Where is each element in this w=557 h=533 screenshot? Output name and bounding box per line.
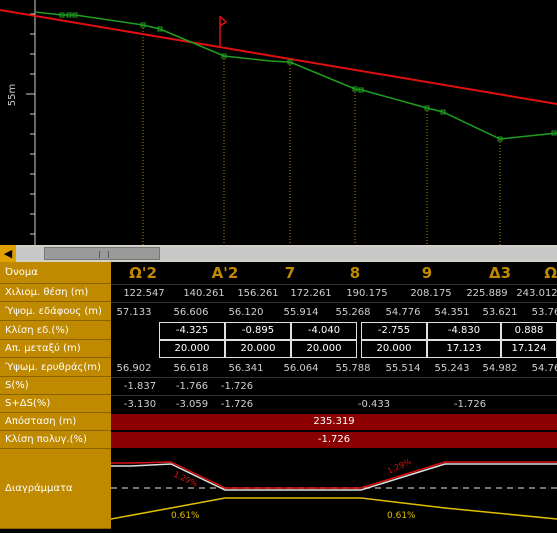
s-cell: -1.837 [123,381,157,392]
chainage-cell: 225.889 [466,288,508,299]
ground-line [34,11,557,140]
red-cell: 55.514 [385,363,421,374]
chainage-cell: 172.261 [290,288,332,299]
sds-cell: -1.726 [220,399,254,410]
row-label-diagrams: Διαγράμματα [0,449,111,529]
chainage-cell: 243.012 [516,288,557,299]
ground-cell: 57.133 [116,307,152,318]
dist-cell: 17.123 [427,340,501,358]
dist-cell: 20.000 [225,340,291,358]
sds-cell: -3.059 [175,399,209,410]
scroll-track[interactable] [16,247,557,260]
station-header: Ω' [544,264,557,282]
row-label-s: S(%) [0,377,111,395]
dist-cell: 20.000 [291,340,357,358]
row-separator [111,302,557,303]
dist-cell: 20.000 [159,340,225,358]
profile-svg: 55m [0,0,557,262]
row-separator [111,284,557,285]
s-cell: -1.726 [220,381,254,392]
row-label-ground: Ύψομ. εδάφους (m) [0,302,111,321]
ground-cell: 54.776 [385,307,421,318]
arrow-left-icon: ◀ [3,247,13,260]
ground-cell: 56.606 [173,307,209,318]
scroll-left-button[interactable]: ◀ [0,245,16,262]
horizontal-scrollbar[interactable]: ◀ [0,245,557,262]
red-cell: 56.064 [283,363,319,374]
station-header: 8 [349,264,361,282]
y-axis-label: 55m [7,84,18,106]
red-cell: 54.76 [531,363,557,374]
row-label-slope: Κλίση εδ.(%) [0,321,111,340]
slope-cell: -4.325 [159,322,225,340]
row-label-poly: Κλίση πολυγ.(%) [0,431,111,449]
chainage-cell: 140.261 [183,288,225,299]
red-cell: 55.243 [434,363,470,374]
row-label-red: Ύψωμ. ερυθράς(m) [0,358,111,377]
row-label-dist: Απ. μεταξύ (m) [0,340,111,358]
row-label-sds: S+ΔS(%) [0,395,111,413]
station-header: Α'2 [211,264,239,282]
sds-cell: -1.726 [453,399,487,410]
chainage-cell: 122.547 [123,288,165,299]
slope-cell: -4.040 [291,322,357,340]
row-label-chainage: Χιλιομ. θέση (m) [0,284,111,302]
red-cell: 56.902 [116,363,152,374]
station-header: 9 [421,264,433,282]
curvature-diagram: 1.29% 1.29% 0.61% 0.61% [110,448,557,529]
ground-cell: 56.120 [228,307,264,318]
slope-cell: -2.755 [361,322,427,340]
row-label-name: Όνομα [0,262,111,284]
y-ticks [26,13,35,235]
station-lines [142,25,501,262]
chainage-cell: 208.175 [410,288,452,299]
distance-value: 235.319 [111,414,557,430]
station-header: 7 [284,264,296,282]
red-cell: 56.618 [173,363,209,374]
row-label-distance: Απόσταση (m) [0,413,111,431]
row-separator [111,395,557,396]
profile-graph[interactable]: 55m ◀ [0,0,557,262]
ground-cell: 53.621 [482,307,518,318]
red-cell: 56.341 [228,363,264,374]
red-cell: 54.982 [482,363,518,374]
ground-cell: 54.351 [434,307,470,318]
design-line [0,9,557,105]
diagram-label: 0.61% [171,511,200,521]
poly-slope-value: -1.726 [111,432,557,448]
chainage-cell: 156.261 [237,288,279,299]
grip-icon [99,251,109,258]
s-cell: -1.766 [175,381,209,392]
row-separator [111,377,557,378]
ground-cell: 55.914 [283,307,319,318]
scroll-thumb[interactable] [44,247,160,260]
flag-marker [219,15,228,46]
slope-cell: -0.895 [225,322,291,340]
sds-cell: -3.130 [123,399,157,410]
station-header: Ω'2 [129,264,157,282]
slope-cell: -4.830 [427,322,501,340]
dist-cell: 20.000 [361,340,427,358]
slope-cell: 0.888 [501,322,557,340]
sds-cell: -0.433 [357,399,391,410]
red-cell: 55.788 [335,363,371,374]
ground-cell: 55.268 [335,307,371,318]
diagram-svg: 1.29% 1.29% 0.61% 0.61% [110,457,557,521]
dist-cell: 17.124 [501,340,557,358]
ground-cell: 53.76 [531,307,557,318]
station-header: Δ3 [488,264,512,282]
diagram-label: 0.61% [387,511,416,521]
diagram-label: 1.29% [172,470,199,489]
chainage-cell: 190.175 [346,288,388,299]
